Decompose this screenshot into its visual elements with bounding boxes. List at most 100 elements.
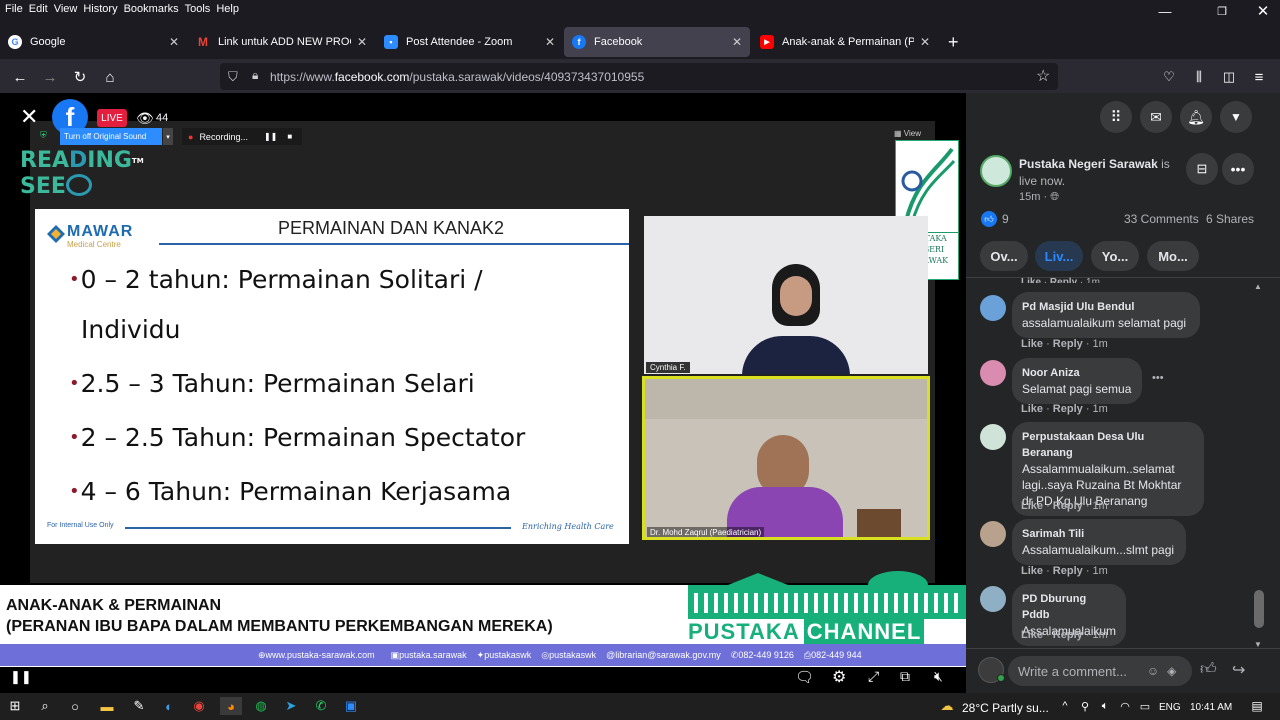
- reply-link[interactable]: Reply: [1053, 403, 1083, 415]
- sidebar-icon[interactable]: ◫: [1216, 64, 1242, 90]
- tray-chevron-icon[interactable]: ^: [1056, 697, 1074, 715]
- pocket-icon[interactable]: ♡: [1156, 64, 1182, 90]
- new-tab-button[interactable]: +: [940, 27, 970, 57]
- commenter-name[interactable]: Noor Aniza: [1022, 365, 1132, 381]
- like-link[interactable]: Like: [1021, 403, 1043, 415]
- edge-icon[interactable]: ◐: [160, 697, 178, 715]
- pause-button-icon[interactable]: ❚❚: [10, 669, 32, 685]
- like-link[interactable]: Like: [1021, 500, 1043, 512]
- chevron-down-icon[interactable]: ▾: [163, 128, 173, 145]
- file-explorer-icon[interactable]: ▬: [98, 697, 116, 715]
- shares-count[interactable]: 6 Shares: [1206, 212, 1254, 226]
- commenter-name[interactable]: Sarimah Tili: [1022, 526, 1176, 542]
- menu-edit[interactable]: Edit: [29, 3, 48, 15]
- like-link[interactable]: Like: [1021, 338, 1043, 350]
- menu-file[interactable]: File: [5, 3, 23, 15]
- shield-icon[interactable]: ⛉: [228, 69, 238, 85]
- volume-icon[interactable]: 🔈︎: [1096, 697, 1114, 715]
- stop-icon[interactable]: ■: [287, 132, 292, 141]
- zoom-app-icon[interactable]: ▣: [342, 697, 360, 715]
- comments-count[interactable]: 33 Comments: [1124, 212, 1199, 226]
- clock[interactable]: 10:41 AM: [1190, 702, 1232, 713]
- commenter-avatar[interactable]: [980, 424, 1006, 450]
- messenger-icon[interactable]: ✉: [1140, 101, 1172, 133]
- reply-link[interactable]: Reply: [1053, 629, 1083, 641]
- page-avatar[interactable]: [980, 155, 1012, 187]
- library-icon[interactable]: ⫼: [1186, 64, 1212, 90]
- expand-icon[interactable]: ⤢: [868, 668, 879, 685]
- more-options-icon[interactable]: •••: [1222, 153, 1254, 185]
- tab-gmail[interactable]: M Link untuk ADD NEW PROGRAM ✕: [188, 27, 375, 57]
- close-tab-icon[interactable]: ✕: [357, 35, 367, 49]
- tab-more[interactable]: Mo...: [1147, 241, 1199, 271]
- weather-icon[interactable]: ☁: [938, 697, 956, 715]
- commenter-avatar[interactable]: [980, 360, 1006, 386]
- notifications-bell-icon[interactable]: 🔔︎: [1180, 101, 1212, 133]
- lock-icon[interactable]: 🔒︎: [252, 68, 258, 83]
- mute-icon[interactable]: 🔇︎: [934, 668, 943, 685]
- tab-your[interactable]: Yo...: [1091, 241, 1139, 271]
- picture-in-picture-icon[interactable]: ⧉: [900, 668, 910, 685]
- close-video-icon[interactable]: ✕: [20, 104, 38, 130]
- close-tab-icon[interactable]: ✕: [169, 35, 179, 49]
- reply-link[interactable]: Reply: [1053, 565, 1083, 577]
- menu-tools[interactable]: Tools: [185, 3, 211, 15]
- pen-app-icon[interactable]: ✎: [130, 697, 148, 715]
- reply-link[interactable]: Reply: [1053, 500, 1083, 512]
- tab-overview[interactable]: Ov...: [980, 241, 1028, 271]
- reload-icon[interactable]: ↻: [67, 64, 93, 90]
- firefox-icon[interactable]: ◕: [220, 697, 242, 715]
- restore-icon[interactable]: ❐: [1199, 0, 1245, 22]
- view-button[interactable]: ▦ View: [894, 129, 921, 138]
- tab-google[interactable]: G Google ✕: [0, 27, 187, 57]
- commenter-name[interactable]: Perpustakaan Desa Ulu Beranang: [1022, 429, 1194, 461]
- search-icon[interactable]: ⌕: [36, 697, 54, 715]
- menu-history[interactable]: History: [83, 3, 117, 15]
- comment-options-icon[interactable]: •••: [1152, 372, 1164, 384]
- close-window-icon[interactable]: ✕: [1240, 0, 1280, 22]
- share-icon[interactable]: ↪: [1232, 660, 1245, 680]
- turn-off-sound-button[interactable]: Turn off Original Sound: [60, 128, 162, 145]
- battery-icon[interactable]: ▭: [1136, 697, 1154, 715]
- commenter-avatar[interactable]: [980, 521, 1006, 547]
- reaction-count[interactable]: 9: [1002, 212, 1009, 226]
- close-tab-icon[interactable]: ✕: [920, 35, 930, 49]
- telegram-icon[interactable]: ➤: [282, 697, 300, 715]
- bookmark-star-icon[interactable]: ☆: [1036, 66, 1050, 86]
- menu-help[interactable]: Help: [216, 3, 239, 15]
- chrome-icon[interactable]: ◉: [190, 697, 208, 715]
- pause-icon[interactable]: ❚❚: [264, 132, 277, 141]
- like-link[interactable]: Like: [1021, 565, 1043, 577]
- task-view-icon[interactable]: ○: [66, 697, 84, 715]
- minimize-icon[interactable]: —: [1142, 0, 1188, 22]
- tab-zoom[interactable]: ▪ Post Attendee - Zoom ✕: [376, 27, 563, 57]
- language-indicator[interactable]: ENG: [1159, 702, 1181, 713]
- account-menu-chevron-icon[interactable]: ▼: [1220, 101, 1252, 133]
- reply-link[interactable]: Reply: [1053, 338, 1083, 350]
- wifi-icon[interactable]: ◠: [1116, 697, 1134, 715]
- whatsapp-icon[interactable]: ✆: [312, 697, 330, 715]
- commenter-name[interactable]: PD Dburung Pddb: [1022, 591, 1116, 623]
- close-tab-icon[interactable]: ✕: [732, 35, 742, 49]
- forward-arrow-icon[interactable]: →: [37, 64, 63, 90]
- emoji-icon[interactable]: ☺: [1147, 664, 1159, 678]
- close-tab-icon[interactable]: ✕: [545, 35, 555, 49]
- spotify-icon[interactable]: ◍: [252, 697, 270, 715]
- home-icon[interactable]: ⌂: [97, 64, 123, 90]
- apps-grid-icon[interactable]: ⠿: [1100, 101, 1132, 133]
- back-arrow-icon[interactable]: ←: [7, 64, 33, 90]
- save-icon[interactable]: ⊟: [1186, 153, 1218, 185]
- commenter-avatar[interactable]: [980, 586, 1006, 612]
- settings-gear-icon[interactable]: ⚙: [832, 667, 846, 687]
- comment-icon[interactable]: 🗨︎: [795, 668, 814, 686]
- scroll-down-icon[interactable]: ▼: [1254, 640, 1264, 649]
- like-link[interactable]: Like: [1021, 629, 1043, 641]
- scrollbar-thumb[interactable]: [1254, 590, 1264, 628]
- commenter-name[interactable]: Pd Masjid Ulu Bendul: [1022, 299, 1190, 315]
- like-thumb-icon[interactable]: 👍︎: [1200, 660, 1217, 679]
- tab-facebook[interactable]: f Facebook ✕: [564, 27, 750, 57]
- usb-icon[interactable]: ⚲: [1076, 697, 1094, 715]
- notification-center-icon[interactable]: ▤: [1248, 697, 1266, 715]
- scroll-up-icon[interactable]: ▲: [1254, 282, 1264, 291]
- commenter-avatar[interactable]: [980, 295, 1006, 321]
